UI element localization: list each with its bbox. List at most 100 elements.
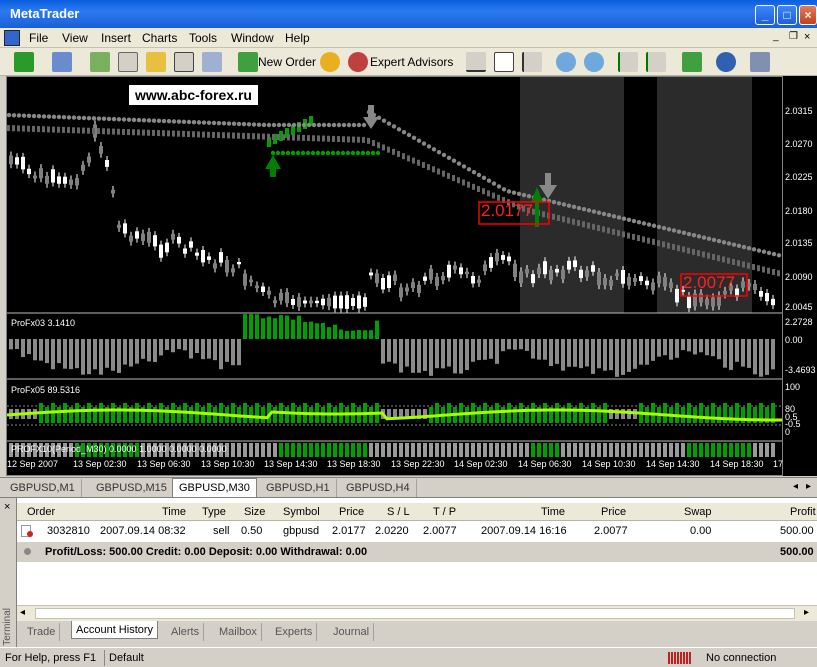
col-symbol[interactable]: Symbol [283,506,320,518]
candle-body [63,176,67,184]
tab-gbpusd-h4[interactable]: GBPUSD,H4 [340,479,417,497]
col-close-time[interactable]: Time [541,506,565,518]
ma-dot [526,194,532,199]
horizontal-scrollbar[interactable]: ◂ ▸ [17,605,817,621]
histogram-bar [717,407,721,423]
tab-scroll-left-icon[interactable]: ◂ [793,481,798,492]
col-profit[interactable]: Profit [790,506,816,518]
mdi-minimize-icon[interactable]: _ [773,31,779,42]
signal-bar [561,443,565,457]
histogram-bar [15,339,19,350]
signal-bar [243,443,247,457]
profiles-icon[interactable] [52,52,72,72]
ma-block [762,266,765,273]
ma-block [752,263,755,270]
tab-experts[interactable]: Experts [271,623,318,641]
ma-dot [426,144,432,149]
ma-dot [276,122,282,128]
menu-file[interactable]: File [29,31,48,45]
new-chart-icon[interactable] [14,52,34,72]
auto-scroll-icon[interactable] [618,52,638,72]
tab-journal[interactable]: Journal [329,623,375,641]
strategy-tester-icon[interactable] [202,52,222,72]
ma-block [307,135,310,142]
ma-dot [601,211,607,217]
indicators-icon[interactable] [682,52,702,72]
signal-bar [417,443,421,457]
ma-dot [191,119,197,125]
menu-tools[interactable]: Tools [189,31,217,45]
chart-shift-icon[interactable] [646,52,666,72]
histogram-bar [591,403,595,423]
col-order[interactable]: Order [27,506,55,518]
candle-body [573,260,577,268]
maximize-button[interactable]: □ [777,5,797,25]
minimize-button[interactable]: _ [755,5,775,25]
table-row[interactable]: 3032810 2007.09.14 08:32 sell 0.50 gbpus… [17,522,817,541]
col-close-price[interactable]: Price [601,506,626,518]
candle-body [9,155,13,165]
histogram-bar [723,339,727,368]
menu-view[interactable]: View [62,31,88,45]
ma-dot [771,251,777,257]
alert-icon[interactable] [320,52,340,72]
mdi-close-icon[interactable]: × [804,31,810,43]
expert-advisors-button[interactable]: Expert Advisors [370,51,453,73]
histogram-bar [87,339,91,375]
new-order-icon[interactable] [238,52,258,72]
periods-icon[interactable] [716,52,736,72]
price-axis-label: 2.0045 [785,302,813,312]
histogram-bar [765,339,769,375]
col-swap[interactable]: Swap [684,506,712,518]
chart-window[interactable]: www.abc-forex.ru 2.0177 2.0077 ProFx03 3… [6,76,814,476]
histogram-bar [519,339,523,350]
ma-dot [285,150,291,156]
candlestick-icon[interactable] [494,52,514,72]
histogram-bar [639,339,643,365]
terminal-icon[interactable] [174,52,194,72]
tab-gbpusd-m30[interactable]: GBPUSD,M30 [172,478,257,498]
tab-account-history[interactable]: Account History [71,621,159,639]
market-watch-icon[interactable] [90,52,110,72]
menu-help[interactable]: Help [285,31,310,45]
menu-window[interactable]: Window [231,31,274,45]
new-order-button[interactable]: New Order [258,51,316,73]
menu-charts[interactable]: Charts [142,31,177,45]
col-size[interactable]: Size [244,506,265,518]
col-time[interactable]: Time [162,506,186,518]
navigator-icon[interactable] [118,52,138,72]
tab-gbpusd-m15[interactable]: GBPUSD,M15 [90,479,174,497]
col-sl[interactable]: S / L [387,506,410,518]
candle-body [495,252,499,262]
tab-trade[interactable]: Trade [23,623,61,641]
bar-chart-icon[interactable] [466,52,486,72]
histogram-bar [603,403,607,423]
line-chart-icon[interactable] [522,52,542,72]
terminal-close-icon[interactable]: × [4,501,10,513]
tab-mailbox[interactable]: Mailbox [215,623,262,641]
app-menu-icon[interactable] [4,30,20,46]
col-price[interactable]: Price [339,506,364,518]
col-tp[interactable]: T / P [433,506,456,518]
zoom-in-icon[interactable] [556,52,576,72]
mdi-restore-icon[interactable]: ❐ [789,31,798,42]
menu-insert[interactable]: Insert [101,31,131,45]
zoom-out-icon[interactable] [584,52,604,72]
scroll-right-icon[interactable]: ▸ [804,607,809,618]
expert-advisors-icon[interactable] [348,52,368,72]
tab-gbpusd-m1[interactable]: GBPUSD,M1 [4,479,82,497]
col-type[interactable]: Type [202,506,226,518]
favorites-icon[interactable] [146,52,166,72]
candle-body [717,295,721,306]
ma-block [257,133,260,140]
histogram-bar [255,314,259,339]
tab-gbpusd-h1[interactable]: GBPUSD,H1 [260,479,337,497]
tab-scroll-right-icon[interactable]: ▸ [806,481,811,492]
scroll-left-icon[interactable]: ◂ [20,607,25,618]
price-axis-label: 2.0180 [785,206,813,216]
close-button[interactable]: × [799,5,817,25]
histogram-bar [45,339,49,364]
templates-icon[interactable] [750,52,770,72]
tab-alerts[interactable]: Alerts [167,623,205,641]
scroll-thumb[interactable] [35,608,795,619]
